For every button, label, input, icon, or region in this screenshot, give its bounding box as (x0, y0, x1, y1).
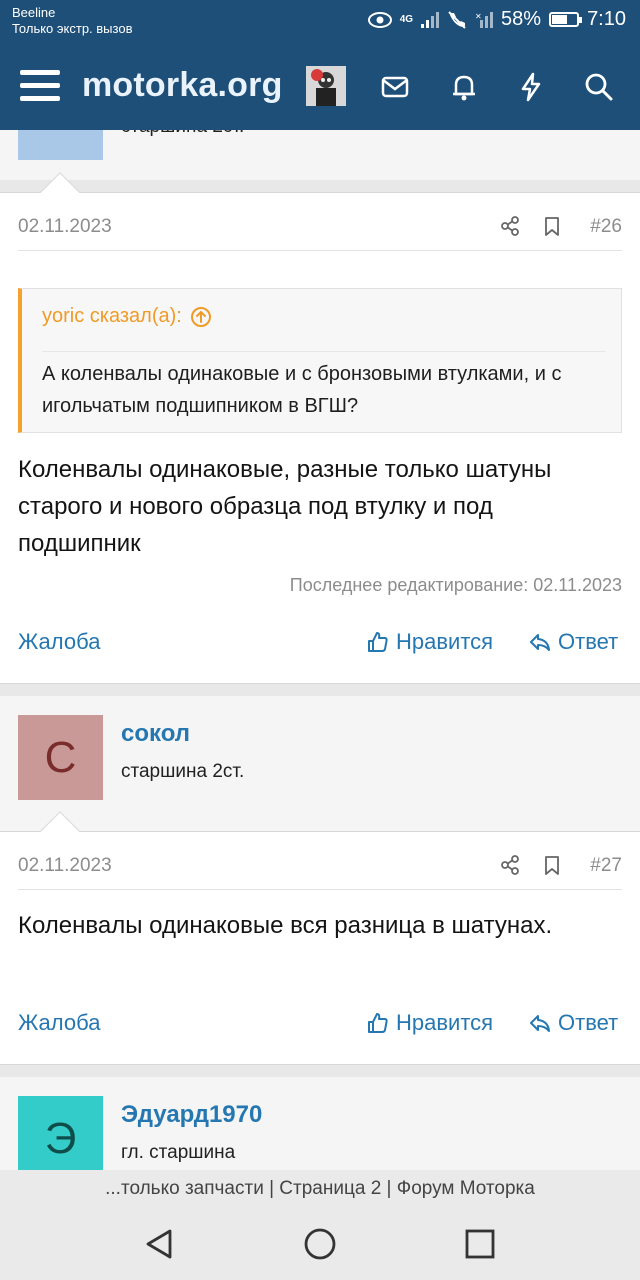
post-number[interactable]: #26 (590, 216, 622, 238)
user-block-eduard: Э Эдуард1970 гл. старшина (0, 1077, 640, 1170)
no-call-icon (448, 10, 466, 29)
username[interactable]: Эдуард1970 (121, 1101, 262, 1129)
site-header: motorka.org (0, 44, 640, 130)
reply-button[interactable]: Ответ (528, 629, 618, 655)
avatar-initial: Э (44, 1113, 77, 1163)
post-message: Коленвалы одинаковые вся разница в шатун… (18, 912, 553, 939)
carrier-emergency-text: Только экстр. вызов (12, 21, 133, 36)
home-icon[interactable] (302, 1226, 338, 1262)
search-icon[interactable] (582, 70, 616, 104)
thread-content: старшина 2ст. 02.11.2023 #26 yoric сказа… (0, 130, 640, 1170)
arrow-up-circle-icon[interactable] (190, 306, 212, 328)
like-button[interactable]: Нравится (366, 1010, 493, 1036)
status-icons: 4G ✕ 58% 7:10 (367, 8, 626, 31)
status-bar: Beeline Только экстр. вызов 4G ✕ 58% 7:1… (0, 0, 640, 44)
inbox-icon[interactable] (378, 70, 412, 104)
svg-text:✕: ✕ (475, 12, 482, 21)
network-type-label: 4G (399, 14, 414, 25)
user-block-previous: старшина 2ст. (0, 130, 640, 180)
battery-icon (549, 12, 583, 27)
user-title: старшина 2ст. (121, 130, 244, 138)
thumbs-up-icon (368, 632, 388, 652)
thumbs-up-icon (368, 1013, 388, 1033)
quote-text: А коленвалы одинаковые и с бронзовыми вт… (42, 351, 605, 422)
bell-icon[interactable] (447, 70, 481, 104)
share-icon[interactable] (499, 215, 521, 237)
user-title: гл. старшина (121, 1142, 236, 1163)
edited-note: Последнее редактирование: 02.11.2023 (289, 575, 622, 595)
reply-icon (530, 1015, 550, 1032)
share-icon[interactable] (499, 854, 521, 876)
post-message: Коленвалы одинаковые, разные только шату… (18, 456, 552, 557)
post-date[interactable]: 02.11.2023 (18, 216, 112, 238)
quote-block: yoric сказал(а): А коленвалы одинаковые … (18, 288, 622, 433)
divider (18, 889, 622, 890)
back-icon[interactable] (142, 1226, 178, 1262)
post-date[interactable]: 02.11.2023 (18, 855, 112, 877)
report-label: Жалоба (18, 1010, 101, 1035)
clock: 7:10 (587, 8, 626, 30)
post-26: 02.11.2023 #26 yoric сказал(а): А коленв… (0, 172, 640, 684)
post-27: 02.11.2023 #27 Коленвалы одинаковые вся … (0, 811, 640, 1065)
carrier-info: Beeline Только экстр. вызов (12, 5, 132, 37)
bookmark-icon[interactable] (541, 215, 563, 237)
divider (18, 250, 622, 251)
user-title: старшина 2ст. (121, 761, 245, 782)
quote-author[interactable]: yoric сказал(а): (42, 305, 182, 328)
user-avatar[interactable] (306, 66, 346, 106)
signal-icon (421, 11, 440, 28)
like-button[interactable]: Нравится (366, 629, 493, 655)
reply-button[interactable]: Ответ (528, 1010, 618, 1036)
system-nav-bar (0, 1208, 640, 1280)
post-number[interactable]: #27 (590, 855, 622, 877)
eye-icon (367, 11, 392, 28)
reply-icon (530, 634, 550, 651)
report-link[interactable]: Жалоба (18, 1010, 100, 1036)
avatar[interactable] (18, 130, 103, 160)
bookmark-icon[interactable] (541, 854, 563, 876)
quote-header[interactable]: yoric сказал(а): (42, 305, 212, 328)
reply-label: Ответ (558, 1010, 619, 1035)
lightning-icon[interactable] (514, 70, 548, 104)
report-label: Жалоба (18, 629, 101, 654)
user-block-sokol: С сокол старшина 2ст. (0, 696, 640, 831)
recents-icon[interactable] (462, 1226, 498, 1262)
like-label: Нравится (396, 1010, 494, 1035)
like-label: Нравится (396, 629, 494, 654)
page-title-strip: ...только запчасти | Страница 2 | Форум … (0, 1170, 640, 1208)
reply-label: Ответ (558, 629, 619, 654)
site-logo[interactable]: motorka.org (82, 66, 283, 105)
menu-icon[interactable] (20, 70, 60, 104)
username[interactable]: сокол (121, 720, 190, 748)
avatar-initial: С (44, 732, 77, 782)
battery-percent: 58% (501, 8, 542, 30)
report-link[interactable]: Жалоба (18, 629, 100, 655)
signal-no-sim-icon: ✕ (475, 11, 494, 28)
avatar[interactable]: С (18, 715, 103, 800)
carrier-name: Beeline (12, 5, 56, 20)
avatar[interactable]: Э (18, 1096, 103, 1170)
